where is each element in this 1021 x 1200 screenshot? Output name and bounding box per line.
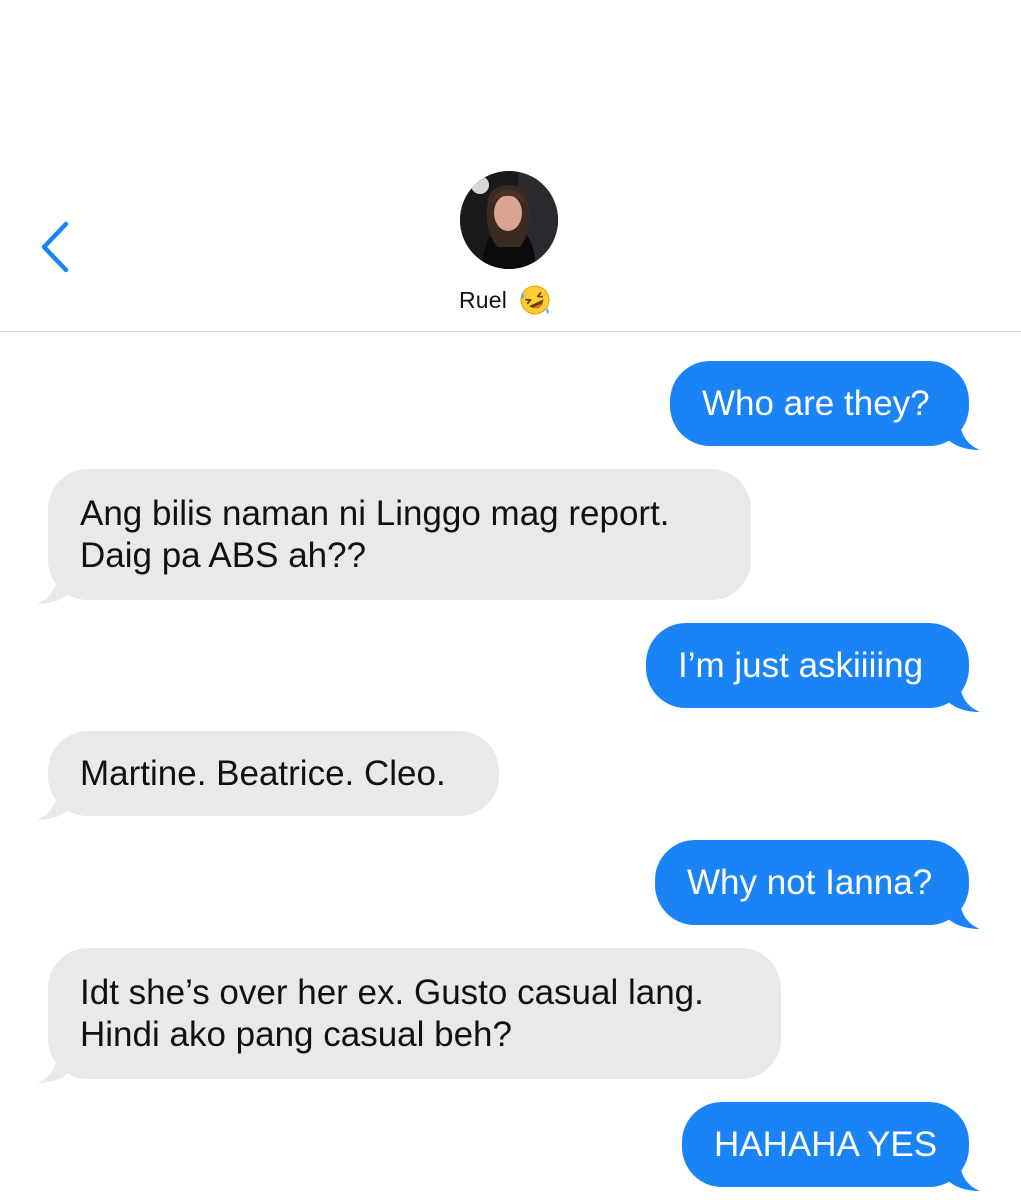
chevron-left-icon xyxy=(41,221,69,273)
bubble-tail xyxy=(946,424,980,450)
message-bubble-received[interactable]: Martine. Beatrice. Cleo. xyxy=(37,731,499,820)
message-bubble-sent[interactable]: Who are they? xyxy=(670,361,980,450)
message-bubble-received[interactable]: Ang bilis naman ni Linggo mag report. Da… xyxy=(37,469,751,604)
message-text-line: Idt she’s over her ex. Gusto casual lang… xyxy=(80,972,704,1012)
message-text: Martine. Beatrice. Cleo. xyxy=(80,753,446,793)
bubble-tail xyxy=(946,686,980,712)
conversation-header: Ruel xyxy=(0,0,1021,332)
bubble-tail xyxy=(946,1165,980,1191)
contact-name[interactable]: Ruel xyxy=(459,284,551,316)
bubble-tail xyxy=(37,794,71,820)
message-text: Why not Ianna? xyxy=(687,862,933,902)
message-text-line: Daig pa ABS ah?? xyxy=(80,535,367,575)
bubble-tail xyxy=(946,903,980,929)
message-bubble-sent[interactable]: HAHAHA YES xyxy=(682,1102,980,1191)
message-text: Who are they? xyxy=(702,383,930,423)
message-bubble-received[interactable]: Idt she’s over her ex. Gusto casual lang… xyxy=(37,948,781,1083)
message-bubble-sent[interactable]: I’m just askiiiing xyxy=(646,623,980,712)
avatar[interactable] xyxy=(460,171,558,269)
back-button[interactable] xyxy=(36,220,76,274)
bubble-tail xyxy=(37,1057,71,1083)
message-bubble-sent[interactable]: Why not Ianna? xyxy=(655,840,980,929)
rolling-laughing-emoji-icon xyxy=(520,285,550,315)
contact-name-label: Ruel xyxy=(459,286,508,313)
message-text-line: Hindi ako pang casual beh? xyxy=(80,1014,512,1054)
contact-photo xyxy=(460,171,558,269)
message-text-line: Ang bilis naman ni Linggo mag report. xyxy=(80,493,670,533)
bubble-tail xyxy=(37,578,71,604)
message-text: I’m just askiiiing xyxy=(678,645,924,685)
message-text: HAHAHA YES xyxy=(714,1124,938,1164)
